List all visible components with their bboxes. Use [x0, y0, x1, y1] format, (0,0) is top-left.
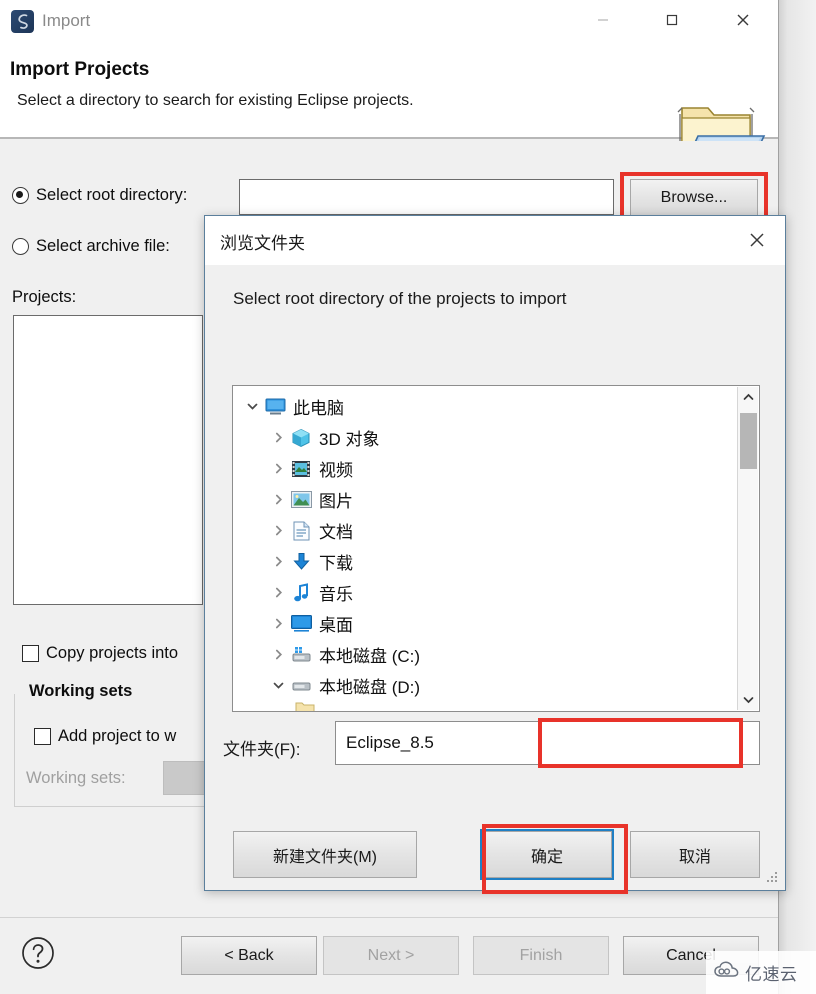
document-icon: [289, 521, 313, 541]
projects-label: Projects:: [12, 288, 77, 306]
tree-item-label: 文档: [319, 523, 353, 542]
chevron-down-icon[interactable]: [738, 690, 758, 710]
back-button[interactable]: < Back: [181, 936, 317, 975]
window-title: Import: [42, 11, 91, 30]
add-project-checkbox[interactable]: Add project to w: [34, 727, 176, 746]
tree-item-3d-objects[interactable]: 3D 对象: [233, 422, 738, 453]
chevron-down-icon[interactable]: [241, 401, 263, 412]
folder-dialog-resize-grip[interactable]: [767, 872, 779, 884]
monitor-icon: [263, 397, 287, 417]
folder-tree[interactable]: 此电脑 3D 对象 视频 图片 文档 下载 音乐 桌面 本地磁盘 (C:) 本地…: [232, 385, 760, 712]
tree-item-label: 下载: [319, 554, 353, 573]
radio-select-archive-file[interactable]: Select archive file:: [12, 237, 170, 256]
tree-item-music[interactable]: 音乐: [233, 577, 738, 608]
page-description: Select a directory to search for existin…: [17, 92, 414, 109]
projects-listbox[interactable]: [13, 315, 203, 605]
root-directory-input[interactable]: [239, 179, 614, 215]
video-icon: [289, 459, 313, 479]
chevron-right-icon[interactable]: [267, 463, 289, 474]
tree-item-local-disk-c[interactable]: 本地磁盘 (C:): [233, 639, 738, 670]
chevron-right-icon[interactable]: [267, 618, 289, 629]
new-folder-button[interactable]: 新建文件夹(M): [233, 831, 417, 878]
picture-icon: [289, 490, 313, 510]
tree-item-pictures[interactable]: 图片: [233, 484, 738, 515]
drive-icon: [289, 676, 313, 696]
copy-projects-checkbox[interactable]: Copy projects into: [22, 644, 178, 663]
tree-item-label: 本地磁盘 (C:): [319, 647, 421, 666]
tree-item-child-folder[interactable]: [233, 698, 738, 711]
chevron-down-icon[interactable]: [267, 680, 289, 691]
tree-item-label: 视频: [319, 461, 353, 480]
tree-item-local-disk-d[interactable]: 本地磁盘 (D:): [233, 670, 738, 701]
ok-button[interactable]: 确定: [482, 831, 612, 878]
help-icon[interactable]: [21, 936, 55, 970]
watermark-text: 亿速云: [745, 965, 798, 984]
checkbox-indicator: [22, 645, 39, 662]
close-icon: [737, 14, 749, 26]
tree-item-label: 本地磁盘 (D:): [319, 678, 421, 697]
close-icon: [750, 233, 764, 247]
folder-tree-scrollbar[interactable]: [737, 387, 758, 710]
wizard-header: Import Projects Select a directory to se…: [0, 44, 778, 172]
folder-dialog-cancel-button[interactable]: 取消: [630, 831, 760, 878]
folder-name-label: 文件夹(F):: [223, 740, 301, 759]
radio-indicator: [12, 187, 29, 204]
tree-item-label: 音乐: [319, 585, 353, 604]
eclipse-icon: [11, 10, 34, 33]
tree-item-this-pc[interactable]: 此电脑: [233, 391, 738, 422]
tree-item-videos[interactable]: 视频: [233, 453, 738, 484]
folder-dialog-prompt: Select root directory of the projects to…: [233, 289, 567, 308]
radio-label: Select archive file:: [36, 237, 170, 255]
wizard-titlebar: Import: [0, 0, 778, 44]
tree-item-label: 图片: [319, 492, 353, 511]
radio-indicator: [12, 238, 29, 255]
watermark: 亿速云: [706, 951, 816, 994]
checkbox-label: Copy projects into: [46, 644, 179, 662]
browse-folder-dialog: 浏览文件夹 Select root directory of the proje…: [204, 215, 786, 894]
maximize-button[interactable]: [649, 0, 695, 40]
folder-dialog-close-button[interactable]: [735, 220, 779, 260]
chevron-up-icon[interactable]: [738, 387, 758, 407]
chevron-right-icon[interactable]: [267, 556, 289, 567]
checkbox-indicator: [34, 728, 51, 745]
music-icon: [289, 582, 313, 603]
chevron-right-icon[interactable]: [267, 649, 289, 660]
maximize-icon: [666, 14, 678, 26]
radio-label: Select root directory:: [36, 186, 188, 204]
cloud-icon: [714, 961, 740, 984]
tree-item-label: 3D 对象: [319, 430, 380, 449]
chevron-right-icon[interactable]: [267, 494, 289, 505]
tree-item-desktop[interactable]: 桌面: [233, 608, 738, 639]
scrollbar-thumb[interactable]: [740, 413, 757, 469]
checkbox-label: Add project to w: [58, 727, 177, 745]
drive-sys-icon: [289, 645, 313, 665]
download-icon: [289, 552, 313, 572]
folder-dialog-title: 浏览文件夹: [220, 234, 305, 253]
folder-icon: [293, 698, 317, 711]
tree-item-documents[interactable]: 文档: [233, 515, 738, 546]
folder-name-input[interactable]: Eclipse_8.5: [335, 721, 760, 765]
tree-item-label: 此电脑: [293, 399, 344, 418]
screen: C An o P Pro Import: [0, 0, 816, 994]
wizard-footer: < Back Next > Finish Cancel: [0, 917, 778, 994]
next-button: Next >: [323, 936, 459, 975]
folder-dialog-titlebar: 浏览文件夹: [205, 216, 785, 265]
cube-icon: [289, 428, 313, 448]
tree-item-label: 桌面: [319, 616, 353, 635]
page-title: Import Projects: [10, 59, 150, 80]
chevron-right-icon[interactable]: [267, 587, 289, 598]
tree-item-downloads[interactable]: 下载: [233, 546, 738, 577]
chevron-right-icon[interactable]: [267, 432, 289, 443]
close-button[interactable]: [720, 0, 766, 40]
minimize-icon: [598, 19, 608, 21]
folder-tree-items: 此电脑 3D 对象 视频 图片 文档 下载 音乐 桌面 本地磁盘 (C:) 本地…: [233, 391, 738, 711]
desktop-icon: [289, 614, 313, 634]
chevron-right-icon[interactable]: [267, 525, 289, 536]
finish-button: Finish: [473, 936, 609, 975]
minimize-button[interactable]: [580, 0, 626, 40]
browse-button[interactable]: Browse...: [630, 179, 758, 217]
radio-select-root-directory[interactable]: Select root directory:: [12, 186, 187, 205]
working-sets-label: Working sets:: [26, 769, 126, 787]
